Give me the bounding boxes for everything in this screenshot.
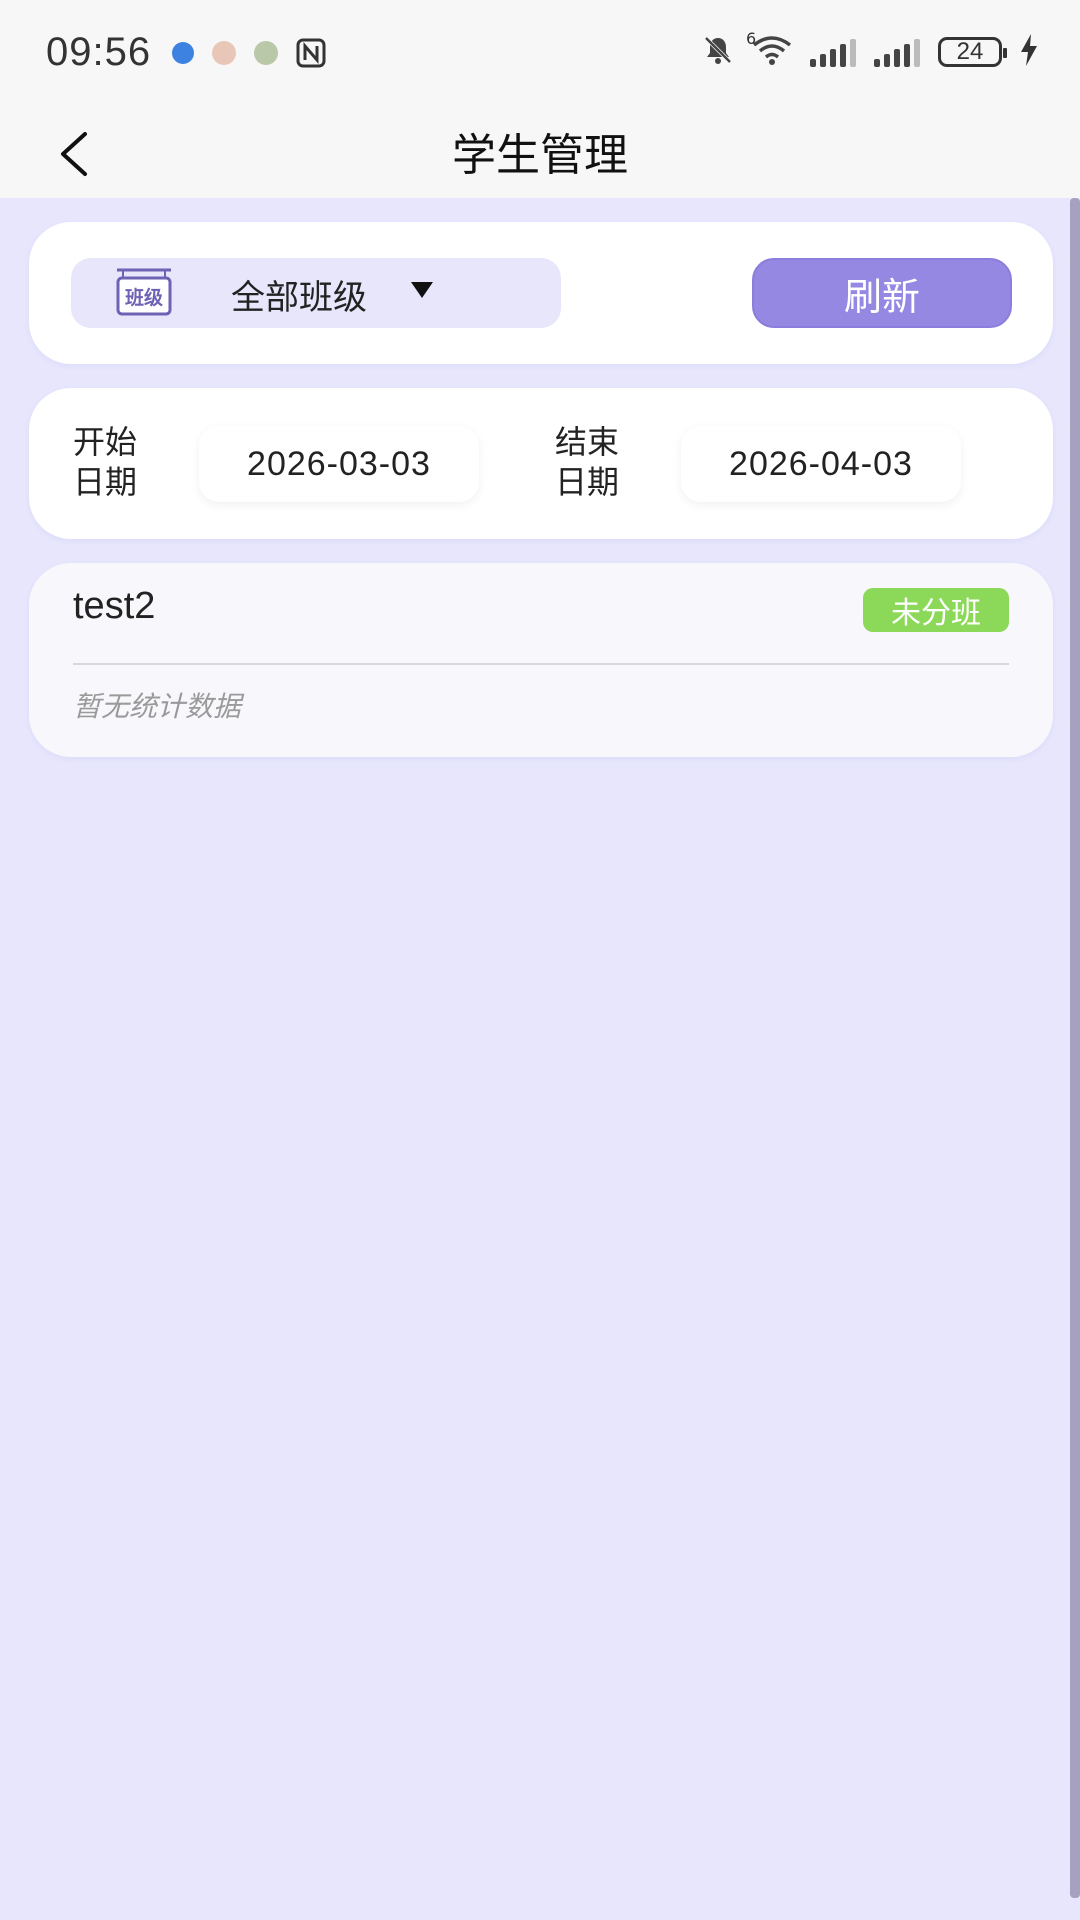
student-card[interactable]: test2 未分班 暂无统计数据	[29, 563, 1053, 757]
end-date-label-line1: 结束	[555, 423, 620, 461]
class-dropdown[interactable]: 班级 全部班级	[71, 258, 561, 328]
charging-icon	[1020, 34, 1038, 70]
class-icon-text: 班级	[125, 286, 163, 309]
end-date-label-line2: 日期	[555, 463, 620, 501]
signal-icon	[874, 37, 920, 67]
status-bar: 09:56 6 24	[0, 0, 1080, 105]
filter-card: 班级 全部班级 刷新	[29, 222, 1053, 364]
app-notification-icon	[212, 41, 236, 65]
signal-icon	[810, 37, 856, 67]
scrollbar[interactable]	[1070, 198, 1080, 1898]
battery-icon: 24	[938, 37, 1007, 67]
notification-icons	[172, 38, 326, 68]
mute-icon	[702, 34, 734, 70]
date-range-card: 开始 日期 2026-03-03 结束 日期 2026-04-03	[29, 388, 1053, 539]
status-time: 09:56	[46, 30, 152, 74]
app-notification-icon	[172, 42, 194, 64]
battery-level: 24	[956, 38, 984, 65]
app-notification-icon	[254, 41, 278, 65]
start-date-field[interactable]: 2026-03-03	[199, 426, 479, 502]
network-type-label: 6	[746, 29, 757, 48]
status-badge: 未分班	[863, 588, 1009, 632]
nfc-icon	[296, 38, 326, 68]
wifi-icon: 6	[746, 29, 792, 69]
end-date-field[interactable]: 2026-04-03	[681, 426, 961, 502]
start-date-label: 开始 日期	[73, 422, 163, 502]
divider	[73, 663, 1009, 665]
student-name: test2	[73, 585, 156, 627]
caret-down-icon	[411, 282, 433, 298]
status-right-group: 6 24	[702, 29, 1038, 70]
empty-stats-text: 暂无统计数据	[73, 690, 242, 723]
page-title: 学生管理	[452, 130, 628, 181]
end-date-label: 结束 日期	[555, 422, 645, 502]
class-dropdown-label: 全部班级	[231, 278, 367, 318]
app-header: 学生管理	[0, 105, 1080, 198]
start-date-label-line1: 开始	[73, 423, 138, 461]
class-sign-icon: 班级	[116, 268, 172, 316]
start-date-label-line2: 日期	[73, 463, 138, 501]
top-bar: 09:56 6 24 学生管理	[0, 0, 1080, 198]
refresh-button[interactable]: 刷新	[752, 258, 1012, 328]
